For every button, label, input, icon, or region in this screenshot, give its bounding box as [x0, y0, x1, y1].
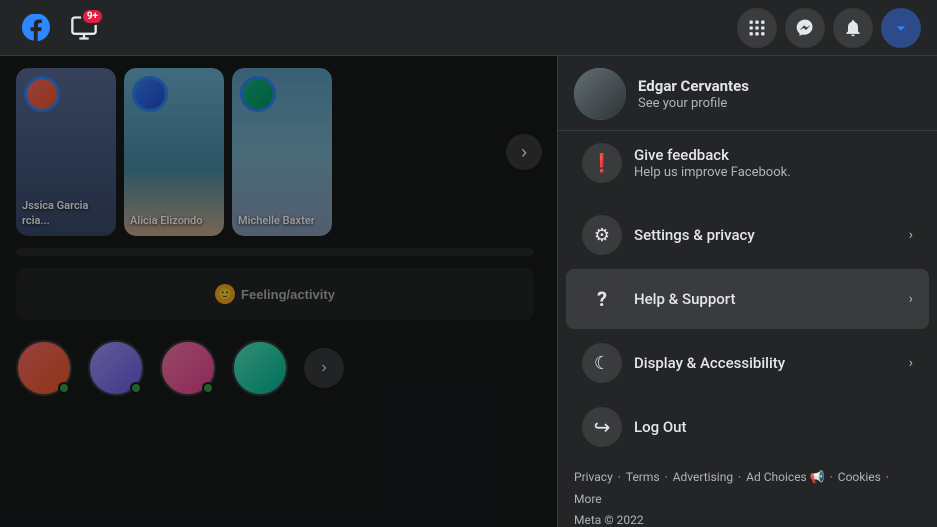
feeling-icon: 🙂	[215, 284, 235, 304]
story-avatar-2	[132, 76, 168, 112]
friend-item-1[interactable]	[16, 340, 72, 396]
friend-item-2[interactable]	[88, 340, 144, 396]
display-chevron: ›	[909, 355, 913, 371]
friend-item-4[interactable]	[232, 340, 288, 396]
display-text: Display & Accessibility	[634, 354, 909, 372]
profile-header[interactable]: Edgar Cervantes See your profile	[558, 56, 937, 131]
story-label-1: Jssica Garcia rcia...	[22, 199, 110, 228]
friends-row: ›	[0, 332, 550, 404]
menu-item-display[interactable]: ☾ Display & Accessibility ›	[566, 333, 929, 393]
grid-icon-button[interactable]	[737, 8, 777, 48]
friend-avatar-wrap-3	[160, 340, 216, 396]
friends-next-button[interactable]: ›	[304, 348, 344, 388]
friend-avatar-wrap-4	[232, 340, 288, 396]
settings-title: Settings & privacy	[634, 226, 909, 244]
help-chevron: ›	[909, 291, 913, 307]
friend-avatar-wrap-2	[88, 340, 144, 396]
profile-avatar	[574, 68, 626, 120]
menu-item-feedback[interactable]: ❗ Give feedback Help us improve Facebook…	[566, 133, 929, 193]
footer-links: Privacy · Terms · Advertising · Ad Choic…	[558, 459, 937, 527]
stories-row: Jssica Garcia rcia... Alicia Elizondo Mi…	[0, 56, 550, 248]
help-icon: ?	[582, 279, 622, 319]
friend-online-2	[130, 382, 142, 394]
logout-text: Log Out	[634, 418, 913, 436]
top-nav: 9+	[0, 0, 937, 56]
friend-item-3[interactable]	[160, 340, 216, 396]
account-menu-button[interactable]	[881, 8, 921, 48]
menu-item-logout[interactable]: ↪ Log Out	[566, 397, 929, 457]
home-logo[interactable]	[16, 8, 56, 48]
story-card-3[interactable]: Michelle Baxter	[232, 68, 332, 236]
story-card-1[interactable]: Jssica Garcia rcia...	[16, 68, 116, 236]
logout-title: Log Out	[634, 418, 913, 436]
menu-item-settings[interactable]: ⚙ Settings & privacy ›	[566, 205, 929, 265]
settings-icon: ⚙	[582, 215, 622, 255]
footer-link-terms[interactable]: Terms	[626, 470, 660, 484]
profile-avatar-image	[574, 68, 626, 120]
footer-link-adchoices[interactable]: Ad Choices	[746, 470, 807, 484]
footer-link-cookies[interactable]: Cookies	[838, 470, 881, 484]
friend-online-1	[58, 382, 70, 394]
profile-see-link[interactable]: See your profile	[638, 96, 749, 111]
footer-link-advertising[interactable]: Advertising	[673, 470, 733, 484]
story-avatar-1	[24, 76, 60, 112]
friend-online-3	[202, 382, 214, 394]
menu-item-help[interactable]: ? Help & Support ›	[566, 269, 929, 329]
settings-text: Settings & privacy	[634, 226, 909, 244]
story-label-2: Alicia Elizondo	[130, 214, 218, 228]
post-box: 🙂 Feeling/activity	[16, 268, 534, 320]
logout-icon: ↪	[582, 407, 622, 447]
display-icon: ☾	[582, 343, 622, 383]
help-title: Help & Support	[634, 290, 909, 308]
notifications-icon-button[interactable]	[833, 8, 873, 48]
feedback-icon: ❗	[582, 143, 622, 183]
help-text: Help & Support	[634, 290, 909, 308]
scroll-bar	[16, 248, 534, 256]
feeling-activity-button[interactable]: 🙂 Feeling/activity	[28, 278, 522, 310]
display-title: Display & Accessibility	[634, 354, 909, 372]
story-label-3: Michelle Baxter	[238, 214, 326, 228]
nav-left: 9+	[16, 8, 104, 48]
friend-avatar-4	[232, 340, 288, 396]
feedback-subtitle: Help us improve Facebook.	[634, 165, 913, 180]
watch-button[interactable]: 9+	[64, 8, 104, 48]
story-avatar-3	[240, 76, 276, 112]
feedback-text: Give feedback Help us improve Facebook.	[634, 146, 913, 180]
footer-meta: Meta © 2022	[574, 513, 644, 527]
friend-avatar-wrap-1	[16, 340, 72, 396]
settings-chevron: ›	[909, 227, 913, 243]
stories-next-button[interactable]: ›	[506, 134, 542, 170]
footer-link-privacy[interactable]: Privacy	[574, 470, 613, 484]
feedback-title: Give feedback	[634, 146, 913, 164]
notification-badge: 9+	[81, 8, 104, 25]
post-actions: 🙂 Feeling/activity	[28, 278, 522, 310]
dropdown-panel: Edgar Cervantes See your profile ❗ Give …	[557, 56, 937, 527]
profile-info: Edgar Cervantes See your profile	[638, 77, 749, 111]
nav-right	[737, 8, 921, 48]
profile-name: Edgar Cervantes	[638, 77, 749, 95]
main-content: Jssica Garcia rcia... Alicia Elizondo Mi…	[0, 56, 550, 527]
messenger-icon-button[interactable]	[785, 8, 825, 48]
footer-link-more[interactable]: More	[574, 492, 602, 506]
story-card-2[interactable]: Alicia Elizondo	[124, 68, 224, 236]
